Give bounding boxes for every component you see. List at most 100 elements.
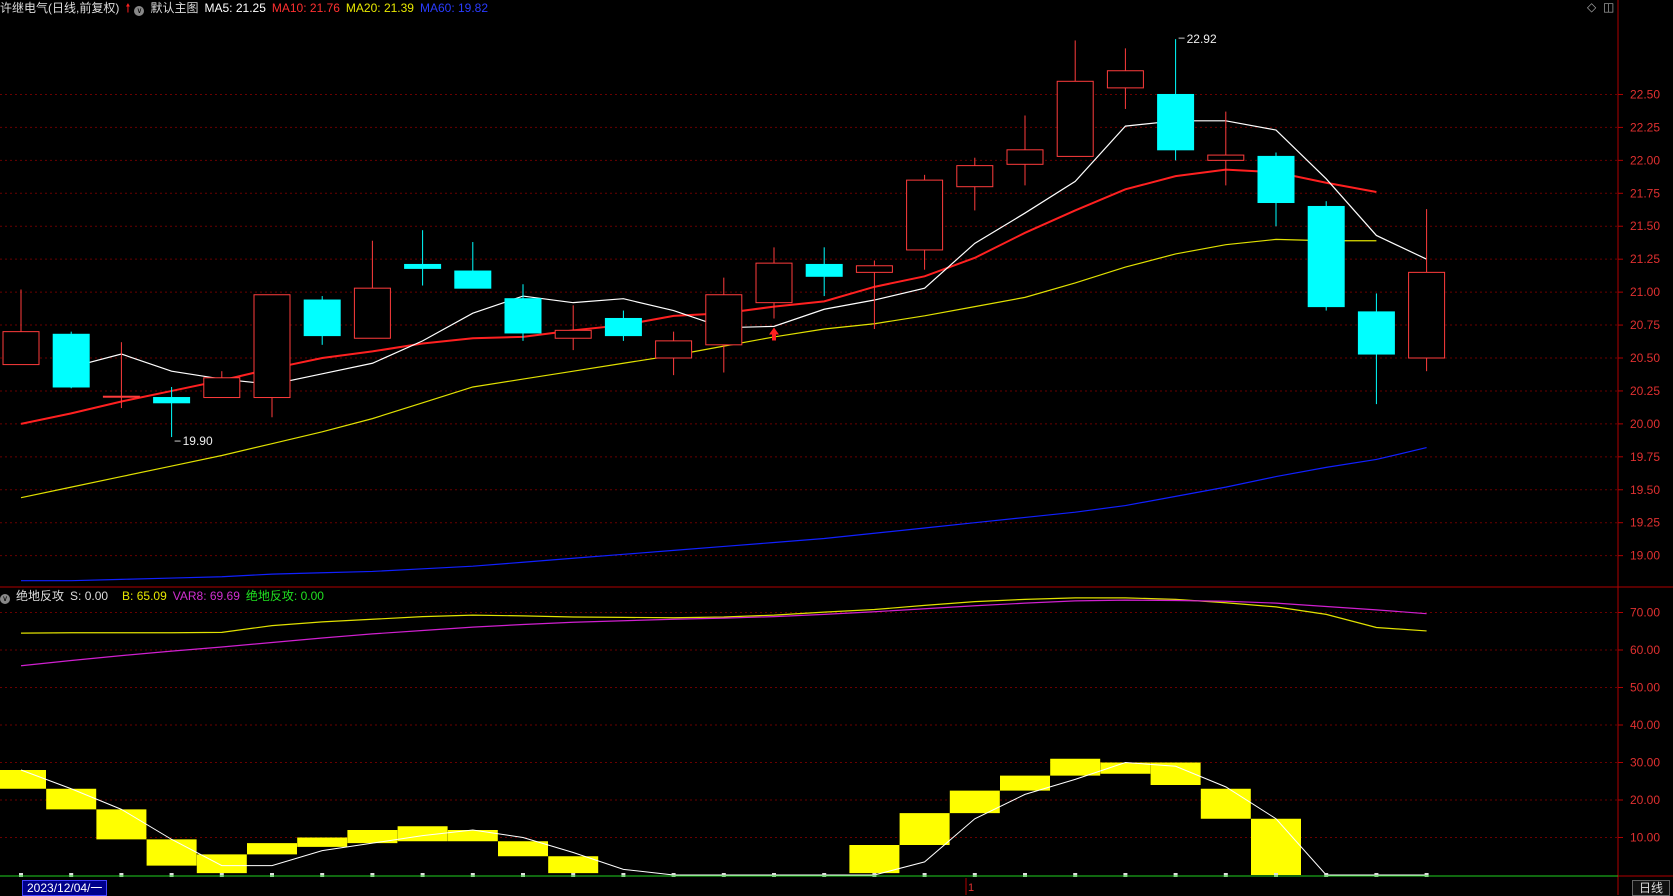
candle xyxy=(1357,293,1395,405)
settings-dot-icon[interactable]: ∨ xyxy=(0,594,10,604)
y-tick-label: 21.25 xyxy=(1630,252,1660,266)
y-tick-label: 19.00 xyxy=(1630,549,1660,563)
candle-body xyxy=(1006,149,1044,165)
jdfg-label: 绝地反攻: 0.00 xyxy=(245,589,324,603)
period-button[interactable]: 日线 xyxy=(1632,880,1671,896)
arrow-up-icon: 🠕 xyxy=(125,1,131,15)
candle xyxy=(1056,40,1094,157)
candle-body xyxy=(203,377,241,399)
annotation-label: 19.90 xyxy=(183,434,213,448)
y-tick-label: 21.75 xyxy=(1630,186,1660,200)
sub-y-tick-label: 70.00 xyxy=(1630,606,1660,620)
candle-body xyxy=(303,299,341,337)
var8-label: VAR8: 69.69 xyxy=(172,589,240,603)
candle-body xyxy=(52,333,90,388)
candle-body xyxy=(1408,271,1446,359)
candle-body xyxy=(1157,93,1195,151)
candle xyxy=(956,157,994,211)
candle-body xyxy=(855,265,893,273)
candle xyxy=(604,310,642,341)
candle-body xyxy=(1307,205,1345,308)
candle xyxy=(2,289,40,366)
b-label: B: 65.09 xyxy=(122,589,167,603)
main-chart-header: 许继电气(日线,前复权) 🠕 ∨ 默认主图 MA5: 21.25 MA10: 21.76 M… xyxy=(0,0,494,16)
y-tick-label: 19.25 xyxy=(1630,516,1660,530)
sub-y-tick-label: 30.00 xyxy=(1630,756,1660,770)
candle-body xyxy=(404,263,442,269)
y-tick-label: 20.75 xyxy=(1630,318,1660,332)
candle xyxy=(1157,39,1195,161)
date-indicator: 2023/12/04/一 xyxy=(22,880,108,896)
candle xyxy=(1408,209,1446,372)
candle xyxy=(655,331,693,376)
signal-bar xyxy=(347,830,398,844)
y-tick-label: 21.00 xyxy=(1630,285,1660,299)
stock-chart[interactable]: 22.50 22.25 22.00 21.75 21.50 21.25 21.00 20.75… xyxy=(0,0,1673,895)
y-tick-label: 19.75 xyxy=(1630,450,1660,464)
candle-body xyxy=(755,262,793,304)
candle xyxy=(353,240,391,339)
ma5-label: MA5: 21.25 xyxy=(204,1,266,15)
sub-y-tick-label: 20.00 xyxy=(1630,793,1660,807)
candle-body xyxy=(1207,154,1245,161)
ma60-line xyxy=(21,447,1427,582)
sub-y-tick-label: 50.00 xyxy=(1630,681,1660,695)
candle xyxy=(1307,201,1345,311)
signal-bar xyxy=(1200,788,1251,819)
y-tick-label: 21.50 xyxy=(1630,219,1660,233)
sub-chart-header: ∨ 绝地反攻 S: 0.00 B: 65.09 VAR8: 69.69 绝地反攻: 0.0… xyxy=(0,588,330,604)
ma20-label: MA20: 21.39 xyxy=(345,1,414,15)
candle xyxy=(253,294,291,418)
candle-body xyxy=(805,263,843,277)
settings-dot-icon[interactable]: ∨ xyxy=(134,6,145,16)
candle xyxy=(805,247,843,297)
candle-body xyxy=(2,331,40,366)
signal-bar xyxy=(0,770,46,789)
candle-body xyxy=(1056,80,1094,157)
candle-body xyxy=(906,179,944,251)
sub-y-tick-label: 10.00 xyxy=(1630,831,1660,845)
candle-body xyxy=(454,270,492,289)
ma20-line xyxy=(20,238,1377,499)
signal-bar xyxy=(46,788,97,810)
candle xyxy=(454,242,492,289)
candle xyxy=(906,174,944,270)
candle-body xyxy=(353,287,391,339)
window-icon[interactable]: ◫ xyxy=(1603,0,1614,14)
y-tick-label: 20.00 xyxy=(1630,417,1660,431)
signal-bar xyxy=(247,843,297,855)
signal-bar xyxy=(498,841,548,857)
candle-body xyxy=(153,397,191,404)
candle-body xyxy=(705,294,743,346)
y-tick-label: 20.25 xyxy=(1630,384,1660,398)
candle xyxy=(303,296,341,345)
signal-bar xyxy=(1251,818,1301,875)
sub-y-tick-label: 40.00 xyxy=(1630,718,1660,732)
candle xyxy=(855,260,893,330)
candle xyxy=(203,371,241,399)
candle xyxy=(1006,115,1044,186)
annotation-label: 22.92 xyxy=(1187,32,1217,46)
ma60-label: MA60: 19.82 xyxy=(419,1,489,15)
candle-body xyxy=(655,340,693,359)
signal-bar xyxy=(899,813,950,845)
ma10-label: MA10: 21.76 xyxy=(271,1,340,15)
s-label: S: 0.00 xyxy=(70,589,109,603)
y-tick-label: 22.25 xyxy=(1630,120,1660,134)
y-tick-label: 20.50 xyxy=(1630,351,1660,365)
candle xyxy=(504,284,542,341)
indicator-name[interactable]: 默认主图 xyxy=(150,1,198,15)
y-tick-label: 19.50 xyxy=(1630,483,1660,497)
buy-signal-arrow-icon xyxy=(769,327,779,341)
var8-line xyxy=(20,599,1427,667)
candle-body xyxy=(253,294,291,399)
candle xyxy=(1257,152,1295,227)
sub-indicator-name[interactable]: 绝地反攻 xyxy=(16,589,64,603)
diamond-icon[interactable]: ◇ xyxy=(1587,0,1596,14)
candle-body xyxy=(102,395,140,398)
candle-body xyxy=(504,298,542,334)
sub-y-tick-label: 60.00 xyxy=(1630,643,1660,657)
candle-body xyxy=(1257,155,1295,204)
signal-bar xyxy=(146,839,197,866)
stock-title[interactable]: 许继电气(日线,前复权) xyxy=(0,1,119,15)
